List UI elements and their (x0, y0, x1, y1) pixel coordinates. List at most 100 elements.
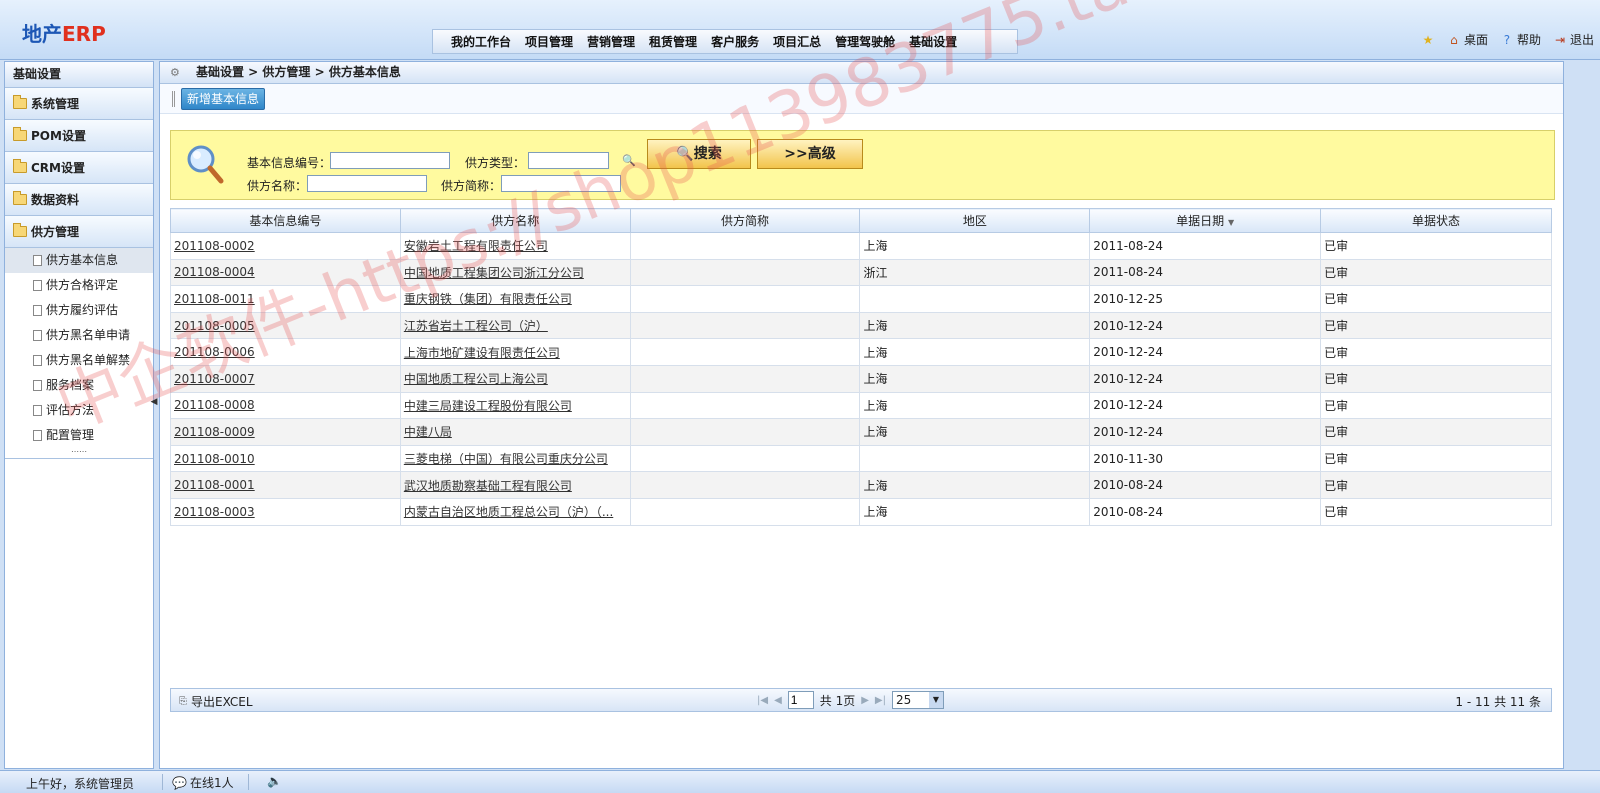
cell-region: 上海 (859, 418, 1091, 446)
sidebar-item-performance[interactable]: 供方履约评估 (5, 298, 153, 323)
record-code-link[interactable]: 201108-0010 (174, 452, 255, 466)
sidebar-group-system[interactable]: 系统管理 (5, 88, 153, 120)
table-row[interactable]: 201108-0004 中国地质工程集团公司浙江分公司 浙江 2011-08-24 已审 (170, 258, 1552, 287)
next-page-icon[interactable]: ▶ (861, 695, 869, 706)
sidebar-group-crm[interactable]: CRM设置 (5, 152, 153, 184)
cell-status: 已审 (1320, 338, 1552, 366)
help-link[interactable]: ? 帮助 (1500, 31, 1541, 48)
supplier-name-link[interactable]: 中建三局建设工程股份有限公司 (404, 399, 572, 413)
cell-name: 安徽岩土工程有限责任公司 (399, 232, 631, 260)
record-code-link[interactable]: 201108-0008 (174, 398, 255, 412)
sidebar-item-service-archive[interactable]: 服务档案 (5, 373, 153, 398)
cell-date: 2010-12-24 (1089, 391, 1322, 420)
desktop-link[interactable]: ⌂ 桌面 (1447, 31, 1488, 48)
code-input[interactable] (330, 152, 450, 169)
type-label: 供方类型： (465, 156, 526, 170)
column-header-code[interactable]: 基本信息编号 (170, 208, 401, 233)
advanced-search-button[interactable]: >>高级 (757, 139, 863, 169)
page-size-select[interactable]: 25 ▼ (891, 691, 944, 709)
document-icon (33, 305, 42, 316)
record-code-link[interactable]: 201108-0004 (174, 265, 255, 279)
online-users[interactable]: 💬 在线1人 (172, 774, 234, 791)
folder-icon (13, 95, 27, 109)
record-code-link[interactable]: 201108-0005 (174, 319, 255, 333)
sidebar-item-evaluation-method[interactable]: 评估方法 (5, 398, 153, 423)
table-row[interactable]: 201108-0003 内蒙古自治区地质工程总公司（沪）（... 上海 2010-08… (170, 497, 1552, 526)
sidebar-item-config[interactable]: 配置管理 (5, 423, 153, 448)
first-page-icon[interactable]: |◀ (757, 695, 768, 706)
cell-region: 上海 (859, 471, 1091, 499)
table-row[interactable]: 201108-0002 安徽岩土工程有限责任公司 上海 2011-08-24 已审 (170, 232, 1552, 260)
type-input[interactable] (528, 152, 609, 169)
supplier-name-link[interactable]: 中建八局 (404, 425, 452, 439)
supplier-name-link[interactable]: 重庆钢铁（集团）有限责任公司 (404, 292, 572, 306)
table-row[interactable]: 201108-0010 三菱电梯（中国）有限公司重庆分公司 2010-11-30 已审 (170, 444, 1552, 473)
nav-item-project[interactable]: 项目管理 (519, 33, 579, 50)
supplier-name-link[interactable]: 上海市地矿建设有限责任公司 (404, 346, 560, 360)
nav-item-marketing[interactable]: 营销管理 (581, 33, 641, 50)
sidebar-group-pom[interactable]: POM设置 (5, 120, 153, 152)
name-input[interactable] (307, 175, 427, 192)
prev-page-icon[interactable]: ◀ (774, 695, 782, 706)
lookup-icon[interactable]: 🔍 (622, 154, 636, 167)
page-number-input[interactable] (787, 691, 814, 709)
supplier-name-link[interactable]: 内蒙古自治区地质工程总公司（沪）（... (404, 505, 613, 519)
nav-item-basic[interactable]: 基础设置 (903, 33, 963, 50)
record-code-link[interactable]: 201108-0003 (174, 505, 255, 519)
nav-item-customer[interactable]: 客户服务 (705, 33, 765, 50)
sidebar-group-supplier[interactable]: 供方管理 (5, 216, 153, 248)
export-excel-button[interactable]: ⎘ 导出EXCEL (179, 693, 253, 710)
cell-region: 上海 (859, 338, 1091, 366)
record-code-link[interactable]: 201108-0007 (174, 372, 255, 386)
column-header-short[interactable]: 供方简称 (629, 208, 861, 233)
supplier-name-link[interactable]: 江苏省岩土工程公司（沪） (404, 319, 548, 333)
table-row[interactable]: 201108-0011 重庆钢铁（集团）有限责任公司 2010-12-25 已审 (170, 285, 1552, 313)
column-header-name[interactable]: 供方名称 (399, 208, 631, 233)
supplier-name-link[interactable]: 中国地质工程集团公司浙江分公司 (404, 266, 584, 280)
record-code-link[interactable]: 201108-0001 (174, 478, 255, 492)
sidebar-group-data[interactable]: 数据资料 (5, 184, 153, 216)
star-icon[interactable]: ★ (1421, 33, 1435, 47)
column-header-status[interactable]: 单据状态 (1320, 208, 1552, 233)
supplier-name-link[interactable]: 安徽岩土工程有限责任公司 (404, 239, 548, 253)
collapse-sidebar-handle[interactable]: ◀ (150, 390, 158, 414)
table-row[interactable]: 201108-0001 武汉地质勘察基础工程有限公司 上海 2010-08-24 已审 (170, 471, 1552, 499)
record-code-link[interactable]: 201108-0006 (174, 345, 255, 359)
short-input[interactable] (501, 175, 621, 192)
cell-status: 已审 (1320, 285, 1552, 313)
last-page-icon[interactable]: ▶| (875, 695, 886, 706)
cell-date: 2010-11-30 (1089, 444, 1322, 473)
supplier-name-link[interactable]: 中国地质工程公司上海公司 (404, 372, 548, 386)
sidebar-item-blacklist-apply[interactable]: 供方黑名单申请 (5, 323, 153, 348)
cell-code: 201108-0010 (170, 444, 401, 473)
supplier-name-link[interactable]: 武汉地质勘察基础工程有限公司 (404, 479, 572, 493)
record-code-link[interactable]: 201108-0002 (174, 239, 255, 253)
add-basic-info-button[interactable]: 新增基本信息 (181, 88, 266, 110)
greeting-text: 上午好，系统管理员 (26, 777, 135, 791)
column-header-region[interactable]: 地区 (859, 208, 1091, 233)
table-row[interactable]: 201108-0007 中国地质工程公司上海公司 上海 2010-12-24 已审 (170, 364, 1552, 393)
table-row[interactable]: 201108-0005 江苏省岩土工程公司（沪） 上海 2010-12-24 已审 (170, 311, 1552, 340)
sidebar-item-supplier-info[interactable]: 供方基本信息 (5, 248, 153, 273)
cell-region: 上海 (859, 497, 1091, 526)
nav-item-lease[interactable]: 租赁管理 (643, 33, 703, 50)
record-code-link[interactable]: 201108-0011 (174, 292, 255, 306)
table-row[interactable]: 201108-0008 中建三局建设工程股份有限公司 上海 2010-12-24 已审 (170, 391, 1552, 420)
speaker-icon[interactable]: 🔈 (267, 774, 282, 788)
table-row[interactable]: 201108-0006 上海市地矿建设有限责任公司 上海 2010-12-24 已审 (170, 338, 1552, 366)
search-button[interactable]: 🔍搜索 (647, 139, 751, 169)
nav-item-cockpit[interactable]: 管理驾驶舱 (829, 33, 901, 50)
document-icon (33, 355, 42, 366)
online-label: 在线1人 (189, 776, 234, 790)
sidebar-item-qualification[interactable]: 供方合格评定 (5, 273, 153, 298)
record-code-link[interactable]: 201108-0009 (174, 425, 255, 439)
sidebar-item-blacklist-lift[interactable]: 供方黑名单解禁 (5, 348, 153, 373)
supplier-name-link[interactable]: 三菱电梯（中国）有限公司重庆分公司 (404, 452, 608, 466)
app-logo[interactable]: 地产ERP (22, 18, 106, 47)
table-row[interactable]: 201108-0009 中建八局 上海 2010-12-24 已审 (170, 418, 1552, 446)
column-header-date[interactable]: 单据日期 ▼ (1089, 208, 1322, 233)
gears-icon: ⚙ (170, 66, 180, 79)
nav-item-workbench[interactable]: 我的工作台 (445, 33, 517, 50)
nav-item-summary[interactable]: 项目汇总 (767, 33, 827, 50)
logout-link[interactable]: ⇥ 退出 (1553, 31, 1594, 48)
